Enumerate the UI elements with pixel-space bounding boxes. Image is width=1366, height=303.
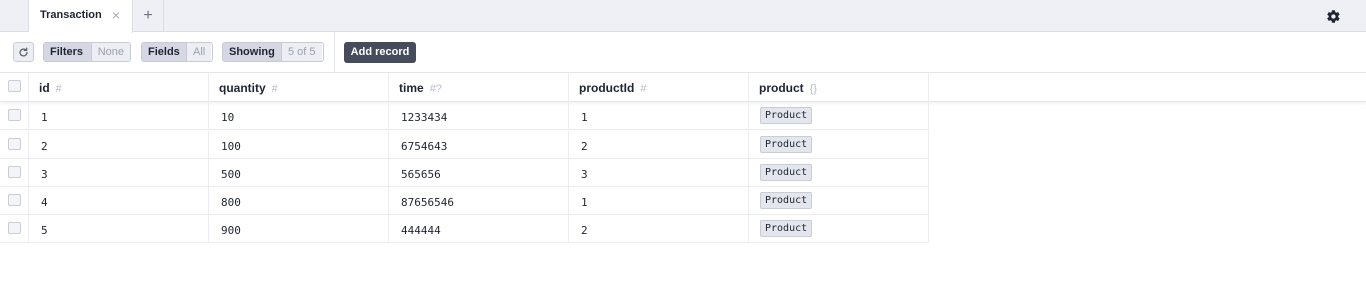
optional-number-type-icon: #? bbox=[429, 83, 442, 95]
add-tab-button[interactable]: + bbox=[133, 0, 164, 32]
row-checkbox[interactable] bbox=[8, 138, 21, 150]
cell-product[interactable]: Product bbox=[749, 131, 929, 158]
filters-control[interactable]: Filters None bbox=[43, 42, 131, 62]
showing-label: Showing bbox=[223, 43, 281, 61]
table-row[interactable]: 5 900 444444 2 Product bbox=[0, 215, 929, 243]
refresh-button[interactable] bbox=[13, 42, 34, 62]
fields-label: Fields bbox=[142, 43, 186, 61]
cell-id[interactable]: 3 bbox=[29, 159, 209, 186]
cell-id[interactable]: 5 bbox=[29, 215, 209, 242]
tab-bar-spacer bbox=[0, 0, 29, 32]
column-header-product[interactable]: product {} bbox=[749, 73, 929, 101]
column-header-productid[interactable]: productId # bbox=[569, 73, 749, 101]
table-row[interactable]: 3 500 565656 3 Product bbox=[0, 159, 929, 187]
cell-product[interactable]: Product bbox=[749, 187, 929, 214]
toolbar-divider bbox=[334, 33, 335, 73]
table-row[interactable]: 2 100 6754643 2 Product bbox=[0, 131, 929, 159]
cell-quantity[interactable]: 500 bbox=[209, 159, 389, 186]
header-select-cell bbox=[0, 73, 29, 101]
cell-time[interactable]: 1233434 bbox=[389, 102, 569, 129]
tab-bar: Transaction × + bbox=[0, 0, 1366, 33]
row-checkbox[interactable] bbox=[8, 222, 21, 234]
column-name: id bbox=[39, 81, 50, 95]
table-row[interactable]: 4 800 87656546 1 Product bbox=[0, 187, 929, 215]
cell-productid[interactable]: 1 bbox=[569, 102, 749, 129]
column-header-time[interactable]: time #? bbox=[389, 73, 569, 101]
gear-icon[interactable] bbox=[1326, 9, 1341, 24]
fields-value: All bbox=[186, 43, 212, 61]
table-header: id # quantity # time #? productId # product {… bbox=[0, 73, 1366, 102]
cell-time[interactable]: 6754643 bbox=[389, 131, 569, 158]
tab-transaction[interactable]: Transaction × bbox=[29, 0, 133, 33]
row-checkbox[interactable] bbox=[8, 194, 21, 206]
cell-productid[interactable]: 2 bbox=[569, 215, 749, 242]
cell-productid[interactable]: 2 bbox=[569, 131, 749, 158]
cell-id[interactable]: 4 bbox=[29, 187, 209, 214]
relation-chip[interactable]: Product bbox=[760, 136, 813, 153]
row-checkbox[interactable] bbox=[8, 166, 21, 178]
cell-product[interactable]: Product bbox=[749, 215, 929, 242]
relation-type-icon: {} bbox=[809, 83, 818, 95]
cell-quantity[interactable]: 900 bbox=[209, 215, 389, 242]
cell-id[interactable]: 1 bbox=[29, 102, 209, 129]
row-checkbox[interactable] bbox=[8, 109, 21, 121]
relation-chip[interactable]: Product bbox=[760, 192, 813, 209]
column-name: quantity bbox=[219, 81, 266, 95]
add-record-button[interactable]: Add record bbox=[344, 42, 416, 63]
number-type-icon: # bbox=[640, 83, 647, 95]
column-name: time bbox=[399, 81, 424, 95]
toolbar: Filters None Fields All Showing 5 of 5 A… bbox=[0, 33, 1366, 73]
close-icon[interactable]: × bbox=[112, 7, 120, 23]
tab-label: Transaction bbox=[40, 9, 102, 21]
cell-time[interactable]: 87656546 bbox=[389, 187, 569, 214]
cell-productid[interactable]: 1 bbox=[569, 187, 749, 214]
cell-time[interactable]: 565656 bbox=[389, 159, 569, 186]
fields-control[interactable]: Fields All bbox=[141, 42, 213, 62]
filters-label: Filters bbox=[44, 43, 91, 61]
cell-product[interactable]: Product bbox=[749, 102, 929, 129]
relation-chip[interactable]: Product bbox=[760, 220, 813, 237]
cell-quantity[interactable]: 800 bbox=[209, 187, 389, 214]
select-all-checkbox[interactable] bbox=[8, 80, 21, 92]
cell-id[interactable]: 2 bbox=[29, 131, 209, 158]
cell-quantity[interactable]: 10 bbox=[209, 102, 389, 129]
cell-product[interactable]: Product bbox=[749, 159, 929, 186]
showing-value: 5 of 5 bbox=[281, 43, 322, 61]
cell-productid[interactable]: 3 bbox=[569, 159, 749, 186]
filters-value: None bbox=[90, 43, 130, 61]
relation-chip[interactable]: Product bbox=[760, 107, 813, 124]
column-header-quantity[interactable]: quantity # bbox=[209, 73, 389, 101]
column-name: productId bbox=[579, 81, 635, 95]
refresh-icon bbox=[19, 46, 28, 57]
cell-quantity[interactable]: 100 bbox=[209, 131, 389, 158]
showing-control[interactable]: Showing 5 of 5 bbox=[222, 42, 324, 62]
number-type-icon: # bbox=[271, 83, 278, 95]
relation-chip[interactable]: Product bbox=[760, 164, 813, 181]
column-header-id[interactable]: id # bbox=[29, 73, 209, 101]
table-row[interactable]: 1 10 1233434 1 Product bbox=[0, 102, 929, 130]
number-type-icon: # bbox=[55, 83, 62, 95]
cell-time[interactable]: 444444 bbox=[389, 215, 569, 242]
column-name: product bbox=[759, 81, 804, 95]
